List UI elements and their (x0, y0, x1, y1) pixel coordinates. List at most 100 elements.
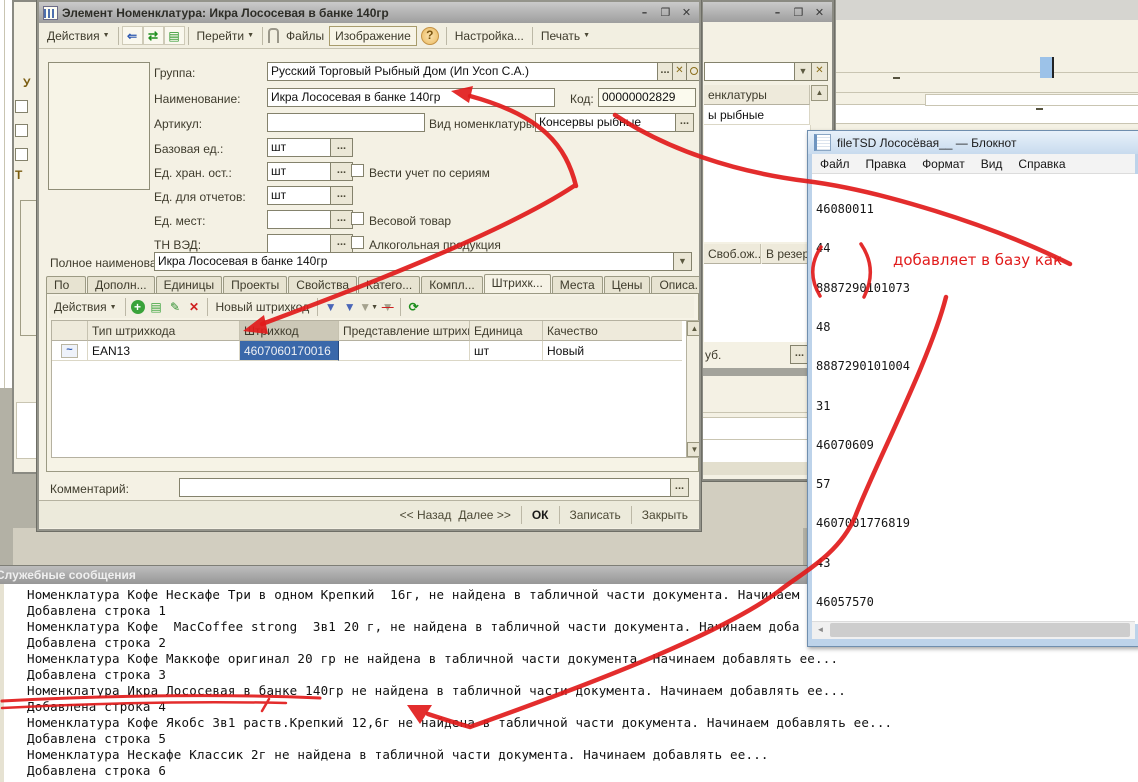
series-checkbox[interactable] (351, 164, 364, 177)
tab-categories[interactable]: Катего... (358, 276, 420, 294)
filter-menu-icon[interactable]: ▼ ▼ (359, 299, 378, 316)
menu-format[interactable]: Формат (914, 157, 973, 171)
log-line[interactable]: Номенклатура Нескафе Классик 2г не найде… (27, 747, 1138, 763)
kind-field[interactable]: Консервы рыбные (535, 113, 676, 132)
save-button[interactable]: Записать (563, 506, 628, 524)
cell-quality[interactable]: Новый (543, 341, 682, 361)
code-field[interactable]: 00000002829 (598, 88, 696, 107)
tab-default[interactable]: По ум... (46, 276, 86, 294)
report-unit-select-button[interactable]: ... (330, 186, 353, 205)
tab-barcodes[interactable]: Штрихк... (484, 274, 551, 294)
notepad-titlebar[interactable]: fileTSD Лососёвая__ — Блокнот (808, 131, 1138, 154)
menu-edit[interactable]: Правка (858, 157, 915, 171)
settings-button[interactable]: Настройка... (450, 27, 529, 45)
tab-additional[interactable]: Дополн... (87, 276, 154, 294)
filter-clear-icon[interactable]: ▼ (378, 299, 397, 316)
notepad-hscrollbar[interactable]: ◄ (812, 621, 1135, 639)
table-scrollbar[interactable]: ▲ ▼ (686, 320, 701, 458)
column-header-free[interactable]: Своб.ож... (704, 244, 761, 264)
barcode-table-row[interactable]: ~ EAN13 4607060170016 шт Новый (52, 341, 686, 361)
scrollbar-thumb[interactable] (830, 623, 1130, 637)
tab-places[interactable]: Места ... (552, 276, 603, 294)
log-line-highlighted[interactable]: Номенклатура Икра Лососевая в банке 140г… (27, 683, 1138, 699)
cell-unit[interactable]: шт (470, 341, 543, 361)
close-button[interactable]: ✕ (678, 5, 695, 20)
kind-select-button[interactable]: ... (675, 113, 694, 132)
edit-row-icon[interactable]: ✎ (166, 299, 185, 316)
weight-checkbox[interactable] (351, 212, 364, 225)
header-unit[interactable]: Единица (470, 321, 543, 341)
table-row[interactable]: ы рыбные (704, 105, 810, 125)
goto-button[interactable]: Перейти ▼ (192, 27, 260, 45)
filter-checkbox[interactable] (15, 100, 28, 113)
place-unit-select-button[interactable]: ... (330, 210, 353, 229)
group-select-button[interactable]: ... (657, 62, 673, 81)
group-search-button[interactable] (686, 62, 701, 81)
add-row-icon[interactable]: + (131, 300, 145, 314)
comment-field[interactable] (179, 478, 671, 497)
log-line[interactable]: Добавлена строка 5 (27, 731, 1138, 747)
print-button[interactable]: Печать ▼ (536, 27, 595, 45)
combo-field[interactable] (704, 62, 798, 81)
tnved-field[interactable] (267, 234, 331, 253)
files-button[interactable]: Файлы (281, 27, 329, 45)
storage-unit-field[interactable]: шт (267, 162, 331, 181)
place-unit-field[interactable] (267, 210, 331, 229)
menu-file[interactable]: Файл (812, 157, 858, 171)
reread-icon[interactable]: ⇐ (122, 26, 143, 45)
scroll-up-button[interactable]: ▲ (811, 85, 828, 101)
filter-settings-icon[interactable]: ▼ (321, 299, 340, 316)
next-button[interactable]: Далее >> (458, 506, 518, 524)
tab-sets[interactable]: Компл... (421, 276, 482, 294)
group-field[interactable]: Русский Торговый Рыбный Дом (Ип Усоп С.А… (267, 62, 658, 81)
minimize-button[interactable]: – (636, 5, 653, 20)
log-line[interactable]: Номенклатура Кофе Якобс 3в1 раств.Крепки… (27, 715, 1138, 731)
header-quality[interactable]: Качество (543, 321, 682, 341)
tab-description[interactable]: Описа... (651, 276, 701, 294)
dialog-titlebar[interactable]: Элемент Номенклатура: Икра Лососевая в б… (39, 2, 699, 23)
minimize-button[interactable]: – (769, 5, 786, 20)
copy-row-icon[interactable]: ▤ (147, 299, 166, 316)
header-representation[interactable]: Представление штрихк... (339, 321, 470, 341)
refresh-icon[interactable]: ⇄ (143, 26, 164, 45)
maximize-button[interactable]: ❐ (790, 5, 807, 20)
base-unit-field[interactable]: шт (267, 138, 331, 157)
full-name-dropdown-button[interactable]: ▼ (673, 252, 692, 271)
copy-icon[interactable]: ▤ (164, 26, 185, 45)
notepad-text-area[interactable]: 46080011 44 8887290101073 48 88872901010… (812, 174, 1138, 624)
name-field[interactable]: Икра Лососевая в банке 140гр (267, 88, 555, 107)
cell-representation[interactable] (339, 341, 470, 361)
report-unit-field[interactable]: шт (267, 186, 331, 205)
tnved-select-button[interactable]: ... (330, 234, 353, 253)
article-field[interactable] (267, 113, 425, 132)
group-clear-button[interactable]: ✕ (672, 62, 687, 81)
header-barcode[interactable]: Штрихкод (240, 321, 339, 341)
refresh-icon[interactable]: ⟳ (404, 299, 423, 316)
full-name-combo[interactable]: Икра Лососевая в банке 140гр (154, 252, 676, 271)
log-line[interactable]: Добавлена строка 4 (27, 699, 1138, 715)
item-picture-box[interactable] (48, 62, 150, 190)
combo-clear-button[interactable]: ✕ (811, 62, 828, 81)
filter-checkbox[interactable] (15, 124, 28, 137)
header-type[interactable]: Тип штрихкода (88, 321, 240, 341)
close-button[interactable]: ✕ (811, 5, 828, 20)
image-button[interactable]: Изображение (329, 26, 417, 46)
tab-units[interactable]: Единицы (156, 276, 223, 294)
filter-by-value-icon[interactable]: ▼ (340, 299, 359, 316)
log-line[interactable]: Номенклатура Кофе Маккофе оригинал 20 гр… (27, 651, 1138, 667)
scroll-down-button[interactable]: ▼ (687, 442, 701, 457)
log-line[interactable]: Добавлена строка 3 (27, 667, 1138, 683)
tab-projects[interactable]: Проекты (223, 276, 287, 294)
close-button[interactable]: Закрыть (635, 506, 695, 524)
cell-barcode-selected[interactable]: 4607060170016 (240, 341, 339, 361)
ok-button[interactable]: ОК (525, 506, 556, 524)
log-line[interactable]: Добавлена строка 6 (27, 763, 1138, 779)
scroll-left-button[interactable]: ◄ (812, 622, 829, 638)
menu-view[interactable]: Вид (973, 157, 1011, 171)
combo-dropdown-button[interactable]: ▼ (794, 62, 812, 81)
column-header[interactable]: енклатуры (704, 85, 810, 105)
back-button[interactable]: << Назад (393, 506, 459, 524)
comment-select-button[interactable]: ... (670, 478, 689, 497)
menu-help[interactable]: Справка (1010, 157, 1073, 171)
actions-button[interactable]: Действия ▼ (42, 27, 115, 45)
